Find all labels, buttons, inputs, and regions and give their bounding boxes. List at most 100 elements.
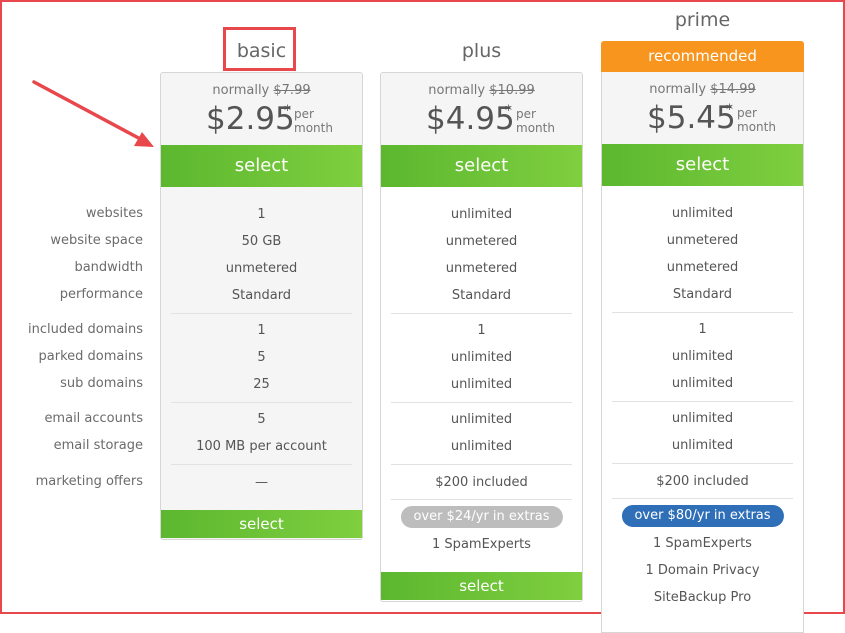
label-website-space: website space (50, 233, 143, 248)
extras-badge-prime: over $80/yr in extras (621, 505, 784, 527)
value-included-domains: 1 (698, 322, 707, 337)
value-websites: unlimited (450, 207, 513, 222)
label-performance: performance (59, 287, 143, 302)
divider (612, 312, 793, 313)
divider (171, 402, 352, 403)
normally-price: normally $10.99 (381, 83, 582, 98)
divider (612, 401, 793, 402)
price-row: $5.45 * per month (602, 98, 803, 138)
price-asterisk: * (284, 103, 291, 119)
value-bandwidth: unmetered (666, 260, 739, 275)
bottom-select-button-plus[interactable]: select (381, 572, 582, 600)
normally-price: normally $7.99 (161, 83, 362, 98)
divider (612, 463, 793, 464)
bottom-select-button-basic[interactable]: select (161, 510, 362, 538)
plan-card-prime: normally $14.99 $5.45 * per month select… (601, 72, 804, 633)
value-website-space: unmetered (445, 234, 518, 249)
value-included-domains: 1 (477, 323, 486, 338)
month-label: month (294, 121, 333, 135)
value-websites: unlimited (671, 206, 734, 221)
annotation-arrow-icon (32, 80, 154, 147)
price-row: $2.95 * per month (161, 99, 362, 139)
price-row: $4.95 * per month (381, 99, 582, 139)
value-marketing-offers: $200 included (435, 475, 528, 490)
value-website-space: unmetered (666, 233, 739, 248)
label-marketing-offers: marketing offers (35, 474, 143, 489)
plan-name-prime: prime (674, 9, 731, 31)
per-month: per month (516, 107, 555, 135)
extras-badge-plus: over $24/yr in extras (400, 506, 563, 528)
label-included-domains: included domains (28, 322, 143, 337)
recommended-badge: recommended (601, 41, 804, 72)
select-button-basic[interactable]: select (161, 145, 362, 187)
divider (171, 313, 352, 314)
annotation-highlight-box (223, 27, 296, 71)
value-websites: 1 (257, 207, 266, 222)
divider (391, 499, 572, 500)
select-button-plus[interactable]: select (381, 145, 582, 187)
old-price: $14.99 (710, 82, 756, 97)
current-price: $2.95 (206, 101, 295, 137)
price-header: normally $14.99 $5.45 * per month (602, 72, 803, 144)
per-label: per (294, 107, 314, 121)
value-email-storage: 100 MB per account (196, 439, 327, 454)
label-email-accounts: email accounts (44, 411, 143, 426)
plan-card-plus: normally $10.99 $4.95 * per month select… (380, 72, 583, 602)
month-label: month (516, 121, 555, 135)
label-sub-domains: sub domains (60, 376, 143, 391)
current-price: $4.95 (426, 101, 515, 137)
label-bandwidth: bandwidth (74, 260, 143, 275)
value-included-domains: 1 (257, 323, 266, 338)
extra-spamexperts: 1 SpamExperts (653, 536, 752, 551)
value-marketing-offers: — (255, 475, 268, 490)
value-marketing-offers: $200 included (656, 474, 749, 489)
per-label: per (516, 107, 536, 121)
month-label: month (737, 120, 776, 134)
value-sub-domains: 25 (253, 377, 270, 392)
normally-label: normally (212, 83, 270, 98)
value-sub-domains: unlimited (450, 377, 513, 392)
value-email-accounts: 5 (257, 412, 266, 427)
price-header: normally $7.99 $2.95 * per month (161, 73, 362, 145)
value-parked-domains: unlimited (450, 350, 513, 365)
divider (171, 464, 352, 465)
value-performance: Standard (672, 287, 733, 302)
current-price: $5.45 (647, 100, 736, 136)
plan-card-basic: normally $7.99 $2.95 * per month select … (160, 72, 363, 540)
divider (391, 313, 572, 314)
extra-sitebackup-pro: SiteBackup Pro (653, 590, 752, 605)
value-bandwidth: unmetered (445, 261, 518, 276)
value-performance: Standard (231, 288, 292, 303)
old-price: $7.99 (273, 83, 311, 98)
label-websites: websites (85, 206, 143, 221)
value-parked-domains: 5 (257, 350, 266, 365)
value-website-space: 50 GB (241, 234, 282, 249)
divider (612, 498, 793, 499)
value-email-accounts: unlimited (450, 412, 513, 427)
per-label: per (737, 106, 757, 120)
label-email-storage: email storage (53, 438, 143, 453)
normally-label: normally (428, 83, 486, 98)
value-performance: Standard (451, 288, 512, 303)
price-asterisk: * (726, 102, 733, 118)
per-month: per month (737, 106, 776, 134)
select-button-prime[interactable]: select (602, 144, 803, 186)
divider (391, 464, 572, 465)
label-parked-domains: parked domains (38, 349, 143, 364)
normally-price: normally $14.99 (602, 82, 803, 97)
value-parked-domains: unlimited (671, 349, 734, 364)
extra-spamexperts: 1 SpamExperts (432, 537, 531, 552)
per-month: per month (294, 107, 333, 135)
value-bandwidth: unmetered (225, 261, 298, 276)
old-price: $10.99 (489, 83, 535, 98)
divider (391, 402, 572, 403)
normally-label: normally (649, 82, 707, 97)
plan-name-plus: plus (461, 40, 502, 62)
price-header: normally $10.99 $4.95 * per month (381, 73, 582, 145)
extra-domain-privacy: 1 Domain Privacy (645, 563, 760, 578)
price-asterisk: * (505, 103, 512, 119)
value-sub-domains: unlimited (671, 376, 734, 391)
value-email-storage: unlimited (671, 438, 734, 453)
value-email-accounts: unlimited (671, 411, 734, 426)
value-email-storage: unlimited (450, 439, 513, 454)
